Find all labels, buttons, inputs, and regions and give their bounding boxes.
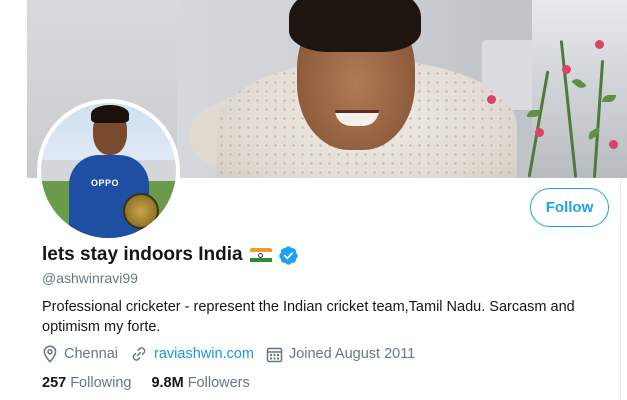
india-flag-icon [249,247,272,263]
followers-count: 9.8M [151,375,184,391]
banner-window [532,0,627,178]
divider [620,178,621,400]
avatar-hair [91,105,129,123]
display-name: lets stay indoors India [42,244,243,265]
profile-meta: Chennai raviashwin.com Joined August 201… [42,344,427,364]
followers-label: Followers [187,375,250,391]
joined-text: Joined August 2011 [288,346,416,362]
banner-flower [535,128,544,137]
following-count: 257 [42,375,67,391]
location-text: Chennai [64,346,119,362]
calendar-icon [266,347,283,362]
follow-button[interactable]: Follow [530,188,609,227]
banner-flower [487,95,496,104]
following-label: Following [70,375,132,391]
website-link[interactable]: raviashwin.com [154,346,254,362]
verified-badge-icon [278,245,298,265]
banner-person-hair [289,0,421,52]
following-stat[interactable]: 257 Following [42,375,131,391]
display-name-row: lets stay indoors India [42,243,299,267]
joined-item: Joined August 2011 [266,346,415,363]
avatar-jersey-logo: OPPO [91,178,120,188]
followers-stat[interactable]: 9.8M Followers [151,375,249,391]
banner-flower [562,65,571,74]
banner-flower [595,40,604,49]
profile-avatar[interactable]: OPPO [37,99,180,242]
flag-stripe [249,257,272,263]
banner-flower [609,140,618,149]
profile-bio: Professional cricketer - represent the I… [42,299,575,335]
link-icon [132,347,146,361]
profile-stats: 257 Following 9.8M Followers [42,373,270,393]
flag-chakra [258,252,264,258]
website-item[interactable]: raviashwin.com [130,345,254,363]
location-item: Chennai [42,345,118,363]
location-pin-icon [43,345,57,363]
profile-handle: @ashwinravi99 [42,270,138,286]
avatar-trophy [123,193,159,229]
